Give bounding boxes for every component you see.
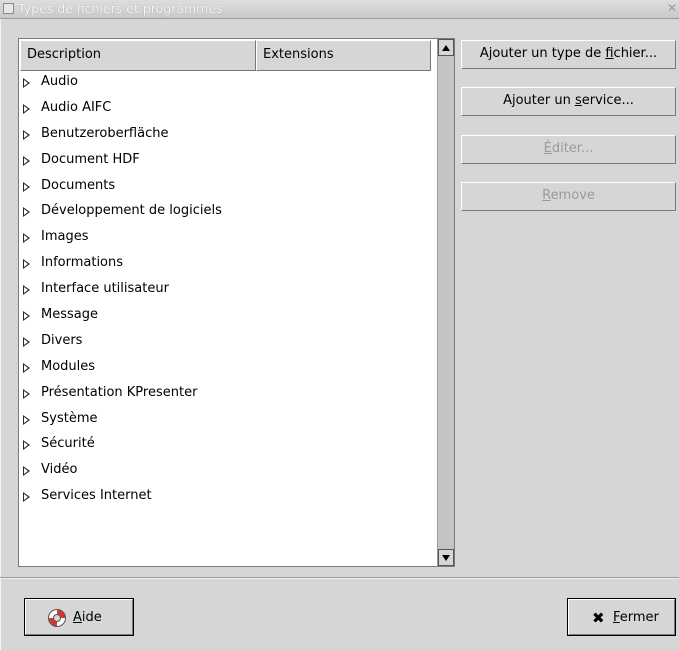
window-title: Types de fichiers et programmes bbox=[18, 1, 223, 16]
list-item-label: Images bbox=[41, 229, 89, 245]
list-item-label: Audio AIFC bbox=[41, 99, 112, 115]
list-item[interactable]: Documents bbox=[19, 175, 436, 201]
remove-button[interactable]: Remove bbox=[461, 182, 676, 211]
expand-triangle-icon[interactable] bbox=[23, 207, 30, 218]
expand-triangle-icon[interactable] bbox=[23, 259, 30, 270]
list-item-label: Modules bbox=[41, 358, 96, 374]
list-item[interactable]: Audio AIFC bbox=[19, 97, 436, 123]
list-item[interactable]: Interface utilisateur bbox=[19, 278, 436, 304]
vertical-scrollbar[interactable] bbox=[437, 39, 454, 566]
list-item-label: Divers bbox=[41, 332, 83, 348]
scroll-down-button[interactable] bbox=[438, 549, 454, 566]
expand-triangle-icon[interactable] bbox=[23, 414, 30, 425]
lifebuoy-icon bbox=[48, 609, 66, 627]
column-header-extensions[interactable]: Extensions bbox=[256, 40, 431, 71]
arrow-down-icon bbox=[442, 555, 450, 561]
list-item-label: Audio bbox=[41, 74, 78, 89]
scroll-up-button[interactable] bbox=[438, 39, 454, 56]
list-rows: Audio Audio AIFC Benutzeroberfläche Documen… bbox=[19, 71, 436, 511]
expand-triangle-icon[interactable] bbox=[23, 336, 30, 347]
expand-triangle-icon[interactable] bbox=[23, 362, 30, 373]
list-item[interactable]: Présentation KPresenter bbox=[19, 382, 436, 408]
list-item-label: Documents bbox=[41, 177, 116, 193]
expand-triangle-icon[interactable] bbox=[23, 78, 30, 88]
list-item-label: Vidéo bbox=[41, 462, 78, 478]
add-service-button[interactable]: Ajouter un service... bbox=[461, 87, 676, 116]
list-item-label: Développement de logiciels bbox=[41, 203, 222, 219]
list-item-label: Sécurité bbox=[41, 436, 95, 452]
list-item[interactable]: Benutzeroberfläche bbox=[19, 123, 436, 149]
expand-triangle-icon[interactable] bbox=[23, 466, 30, 477]
add-file-type-button[interactable]: Ajouter un type de fichier... bbox=[461, 40, 676, 69]
x-icon: ✖ bbox=[592, 609, 605, 627]
edit-button[interactable]: Éditer... bbox=[461, 135, 676, 164]
expand-triangle-icon[interactable] bbox=[23, 388, 30, 399]
title-bar[interactable]: Types de fichiers et programmes ✕ bbox=[0, 0, 679, 19]
arrow-up-icon bbox=[442, 45, 450, 51]
list-item-label: Services Internet bbox=[41, 488, 152, 504]
separator bbox=[0, 577, 679, 579]
list-item[interactable]: Vidéo bbox=[19, 459, 436, 485]
close-button[interactable]: ✖ Fermer bbox=[567, 598, 676, 636]
list-item[interactable]: Modules bbox=[19, 356, 436, 382]
list-item-label: Présentation KPresenter bbox=[41, 384, 198, 400]
list-item[interactable]: Informations bbox=[19, 252, 436, 278]
window-menu-icon[interactable] bbox=[3, 3, 14, 14]
expand-triangle-icon[interactable] bbox=[23, 155, 30, 166]
list-item[interactable]: Images bbox=[19, 226, 436, 252]
list-item-label: Message bbox=[41, 307, 98, 323]
list-item-label: Interface utilisateur bbox=[41, 281, 169, 297]
expand-triangle-icon[interactable] bbox=[23, 492, 30, 503]
expand-triangle-icon[interactable] bbox=[23, 311, 30, 322]
list-item-label: Document HDF bbox=[41, 151, 140, 167]
help-button-label: Aide bbox=[73, 610, 102, 625]
list-item[interactable]: Développement de logiciels bbox=[19, 200, 436, 226]
list-item[interactable]: Services Internet bbox=[19, 485, 436, 511]
expand-triangle-icon[interactable] bbox=[23, 181, 30, 192]
list-item[interactable]: Audio bbox=[19, 71, 436, 97]
expand-triangle-icon[interactable] bbox=[23, 103, 30, 114]
expand-triangle-icon[interactable] bbox=[23, 285, 30, 296]
column-header-description[interactable]: Description bbox=[20, 40, 256, 71]
list-item[interactable]: Sécurité bbox=[19, 433, 436, 459]
list-item[interactable]: Divers bbox=[19, 330, 436, 356]
list-item[interactable]: Document HDF bbox=[19, 149, 436, 175]
help-button[interactable]: Aide bbox=[24, 598, 134, 636]
file-types-list[interactable]: Description Extensions Audio Audio AIFC Be… bbox=[18, 38, 455, 567]
list-item-label: Système bbox=[41, 410, 98, 426]
close-window-icon[interactable]: ✕ bbox=[667, 1, 677, 15]
close-button-label: Fermer bbox=[613, 610, 659, 625]
list-item-label: Benutzeroberfläche bbox=[41, 125, 169, 141]
list-item[interactable]: Message bbox=[19, 304, 436, 330]
expand-triangle-icon[interactable] bbox=[23, 233, 30, 244]
list-item-label: Informations bbox=[41, 255, 124, 271]
list-item[interactable]: Système bbox=[19, 408, 436, 434]
expand-triangle-icon[interactable] bbox=[23, 440, 30, 451]
expand-triangle-icon[interactable] bbox=[23, 129, 30, 140]
